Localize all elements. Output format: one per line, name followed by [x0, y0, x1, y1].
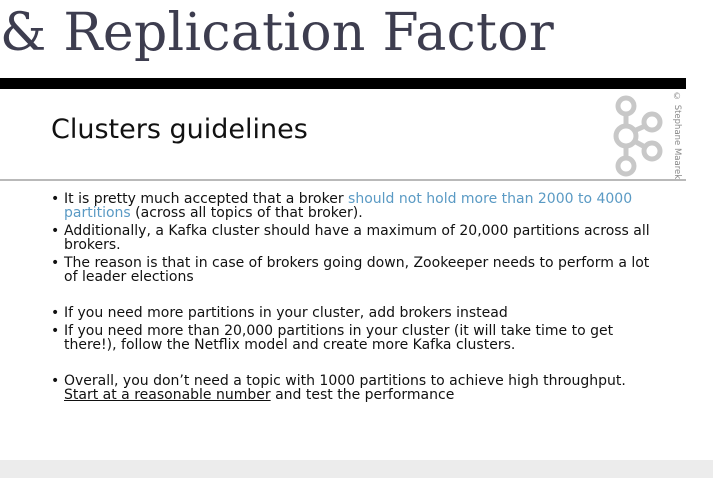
bullet-item: Additionally, a Kafka cluster should hav…	[50, 224, 650, 252]
bullet-text: If you need more than 20,000 partitions …	[64, 323, 614, 353]
bullet-item: It is pretty much accepted that a broker…	[50, 192, 650, 220]
kafka-logo-icon	[613, 95, 663, 177]
copyright-text: © Stephane Maarek	[672, 92, 682, 180]
bullet-text: The reason is that in case of brokers go…	[64, 255, 650, 285]
underlined-text: Start at a reasonable number	[64, 387, 271, 403]
bullet-text: and test the performance	[270, 387, 455, 403]
title-divider	[0, 179, 686, 181]
bullet-item: If you need more partitions in your clus…	[50, 306, 650, 320]
page-heading: & Replication Factor	[0, 3, 555, 63]
bullet-item: If you need more than 20,000 partitions …	[50, 324, 650, 352]
bullet-text: If you need more partitions in your clus…	[64, 305, 508, 321]
footer-bar	[0, 460, 713, 478]
bullet-item: Overall, you don’t need a topic with 100…	[50, 374, 650, 402]
bullet-list: It is pretty much accepted that a broker…	[50, 192, 650, 402]
slide: Clusters guidelines © Stephane Maarek It…	[0, 78, 686, 460]
bullet-text: (across all topics of that broker).	[130, 205, 363, 221]
slide-title: Clusters guidelines	[51, 114, 308, 145]
bullet-text: Additionally, a Kafka cluster should hav…	[64, 223, 650, 253]
slide-top-bar	[0, 78, 686, 89]
bullet-item: The reason is that in case of brokers go…	[50, 256, 650, 284]
